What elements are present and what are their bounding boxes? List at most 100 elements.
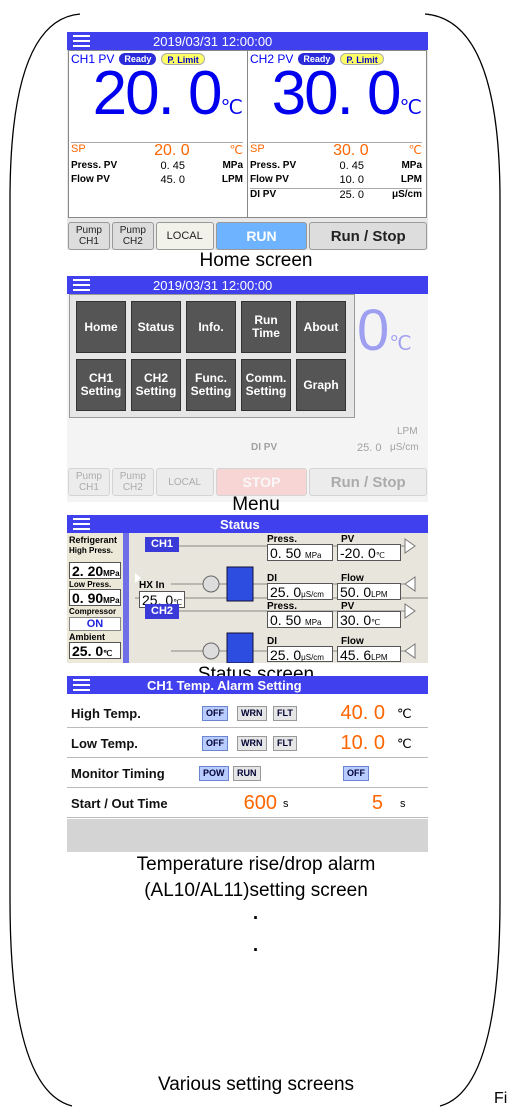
menu-comm-setting[interactable]: Comm. Setting xyxy=(241,359,291,411)
home-title-bar: 2019/03/31 12:00:00 xyxy=(67,32,428,50)
ch1-flow-row: Flow PV 45. 0 LPM xyxy=(71,174,243,186)
run-stop-button[interactable]: Run / Stop xyxy=(309,222,428,250)
home-button-bar: Pump CH1 Pump CH2 LOCAL RUN Run / Stop xyxy=(67,222,428,250)
menu-about[interactable]: About xyxy=(296,301,346,353)
ch1-pv-value: -20. 0℃ xyxy=(337,544,401,561)
faded-di-value: 25. 0 xyxy=(357,442,382,454)
menu-ch1-setting[interactable]: CH1 Setting xyxy=(76,359,126,411)
menu-func-setting[interactable]: Func. Setting xyxy=(186,359,236,411)
monitor-run-toggle[interactable]: RUN xyxy=(233,766,261,781)
high-temp-value[interactable]: 40. 0 xyxy=(329,702,385,725)
alarm-title-bar: CH1 Temp. Alarm Setting xyxy=(67,676,428,694)
low-temp-row: Low Temp. OFF WRN FLT 10. 0 ℃ xyxy=(67,728,428,758)
faded-temp: 0℃ xyxy=(357,298,412,363)
ch1-press-value: 0. 50 MPa xyxy=(267,544,333,561)
low-press-value: 0. 90MPa xyxy=(69,589,121,606)
low-press-label: Low Press. xyxy=(69,580,112,589)
monitor-pow-toggle[interactable]: POW xyxy=(199,766,229,781)
faded-di-unit: μS/cm xyxy=(390,442,419,453)
menu-icon[interactable] xyxy=(67,515,97,533)
pump-ch1-button: Pump CH1 xyxy=(68,468,110,496)
ch2-tag: CH2 xyxy=(145,604,180,619)
alarm-footer xyxy=(67,819,428,852)
pump-ch2-button[interactable]: Pump CH2 xyxy=(111,222,154,250)
low-temp-off-toggle[interactable]: OFF xyxy=(202,736,228,751)
monitor-off-toggle[interactable]: OFF xyxy=(343,766,369,781)
hx-in-label: HX In xyxy=(139,580,165,591)
ch1-sp-row: SP 20. 0 ℃ xyxy=(71,142,243,159)
local-button[interactable]: LOCAL xyxy=(155,222,214,250)
monitor-timing-label: Monitor Timing xyxy=(71,766,165,781)
alarm-caption-line1: Temperature rise/drop alarm xyxy=(136,854,376,875)
ch2-di-value: 25. 0μS/cm xyxy=(267,646,333,663)
menu-screen: 2019/03/31 12:00:00 0℃ DI PV 25. 0 μS/cm… xyxy=(67,276,428,502)
home-screen: 2019/03/31 12:00:00 CH1 PV Ready P. Limit … xyxy=(67,32,428,250)
ellipsis-dot-2: · xyxy=(252,940,260,961)
refrigerant-panel: Refrigerant High Press. 2. 20MPa Low Pre… xyxy=(67,533,129,663)
ch1-temp: 20. 0℃ xyxy=(92,59,243,128)
faded-di-label: DI PV xyxy=(251,442,278,453)
menu-caption: Menu xyxy=(232,494,280,515)
high-temp-flt-toggle[interactable]: FLT xyxy=(273,706,297,721)
compressor-state: ON xyxy=(69,617,121,631)
faded-flow-unit: LPM xyxy=(397,426,418,437)
low-temp-label: Low Temp. xyxy=(71,736,138,751)
start-out-time-label: Start / Out Time xyxy=(71,796,168,811)
low-temp-flt-toggle[interactable]: FLT xyxy=(273,736,297,751)
menu-info[interactable]: Info. xyxy=(186,301,236,353)
high-press-label: High Press. xyxy=(69,546,114,555)
datetime: 2019/03/31 12:00:00 xyxy=(153,277,273,293)
high-temp-off-toggle[interactable]: OFF xyxy=(202,706,228,721)
high-temp-label: High Temp. xyxy=(71,706,141,721)
pump-ch1-button[interactable]: Pump CH1 xyxy=(68,222,110,250)
high-temp-wrn-toggle[interactable]: WRN xyxy=(237,706,267,721)
ch2-pv-value: 30. 0℃ xyxy=(337,611,401,628)
refrigerant-label: Refrigerant xyxy=(69,535,118,545)
ambient-value: 25. 0℃ xyxy=(69,642,121,659)
pump-ch2-button: Pump CH2 xyxy=(111,468,154,496)
compressor-label: Compressor xyxy=(69,607,117,616)
menu-panel: Home Status Info. Run Time About CH1 Set… xyxy=(69,294,355,418)
out-time-value[interactable]: 5 xyxy=(357,792,383,815)
low-temp-value[interactable]: 10. 0 xyxy=(329,732,385,755)
ch1-di-value: 25. 0μS/cm xyxy=(267,583,333,600)
high-temp-row: High Temp. OFF WRN FLT 40. 0 ℃ xyxy=(67,698,428,728)
monitor-timing-row: Monitor Timing POW RUN OFF xyxy=(67,758,428,788)
start-time-value[interactable]: 600 xyxy=(227,792,277,815)
status-title-bar: Status xyxy=(67,515,428,533)
ch2-press-value: 0. 50 MPa xyxy=(267,611,333,628)
menu-ch2-setting[interactable]: CH2 Setting xyxy=(131,359,181,411)
menu-icon[interactable] xyxy=(67,676,97,694)
menu-graph[interactable]: Graph xyxy=(296,359,346,411)
run-button[interactable]: RUN xyxy=(215,222,308,250)
status-screen: Status Refrigerant High Press. 2. 20MPa … xyxy=(67,515,428,663)
status-title: Status xyxy=(220,516,260,532)
alarm-caption-line2: (AL10/AL11)setting screen xyxy=(144,880,368,901)
menu-icon[interactable] xyxy=(67,276,97,294)
menu-status[interactable]: Status xyxy=(131,301,181,353)
local-button: LOCAL xyxy=(155,468,214,496)
low-temp-unit: ℃ xyxy=(397,736,412,751)
low-temp-wrn-toggle[interactable]: WRN xyxy=(237,736,267,751)
alarm-title: CH1 Temp. Alarm Setting xyxy=(147,677,302,693)
run-stop-button: Run / Stop xyxy=(309,468,428,496)
ch1-press-row: Press. PV 0. 45 MPa xyxy=(71,160,243,172)
ch2-panel: CH2 PV Ready P. Limit 30. 0℃ SP 30. 0 ℃ Pres… xyxy=(247,50,427,218)
high-press-value: 2. 20MPa xyxy=(69,562,121,579)
ch2-flow-row: Flow PV 10. 0 LPM xyxy=(250,174,422,186)
menu-icon[interactable] xyxy=(67,32,97,50)
ambient-label: Ambient xyxy=(69,632,105,642)
datetime: 2019/03/31 12:00:00 xyxy=(153,33,273,49)
stop-button: STOP xyxy=(215,468,308,496)
ch2-temp: 30. 0℃ xyxy=(271,59,422,128)
ch2-sp-row: SP 30. 0 ℃ xyxy=(250,142,422,159)
pump-icon xyxy=(202,575,220,593)
ellipsis-dot-1: · xyxy=(252,908,260,929)
home-caption: Home screen xyxy=(199,250,313,271)
menu-home[interactable]: Home xyxy=(76,301,126,353)
ch2-di-row: DI PV 25. 0 μS/cm xyxy=(250,188,422,201)
menu-run-time[interactable]: Run Time xyxy=(241,301,291,353)
out-time-unit: s xyxy=(400,798,406,810)
various-settings-caption: Various setting screens xyxy=(157,1074,355,1095)
faded-button-bar: Pump CH1 Pump CH2 LOCAL STOP Run / Stop xyxy=(67,468,428,496)
